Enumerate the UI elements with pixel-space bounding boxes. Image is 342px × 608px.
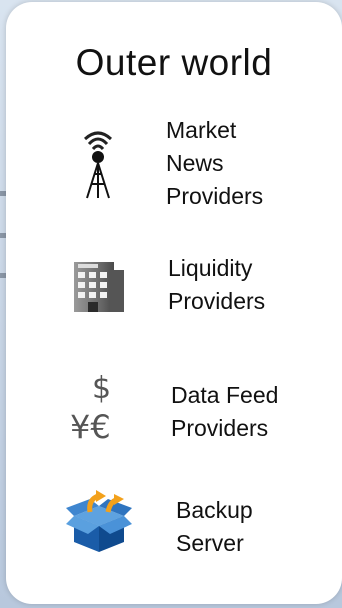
currency-symbols-icon: $ ¥€ [70, 372, 136, 452]
market-news-providers-label: Market News Providers [166, 117, 264, 209]
backup-server-label: Backup Server [176, 497, 253, 556]
radio-tower-icon [78, 128, 118, 200]
panel-title: Outer world [75, 42, 273, 83]
open-box-icon [66, 490, 132, 556]
data-feed-providers-label: Data Feed Providers [171, 382, 279, 441]
outer-world-panel: Outer world Market News Providers Liquid… [6, 2, 342, 604]
dollar-symbol: $ [92, 371, 112, 406]
office-building-icon [70, 258, 128, 314]
yen-euro-symbols: ¥€ [70, 408, 111, 446]
liquidity-providers-label: Liquidity Providers [168, 255, 266, 314]
